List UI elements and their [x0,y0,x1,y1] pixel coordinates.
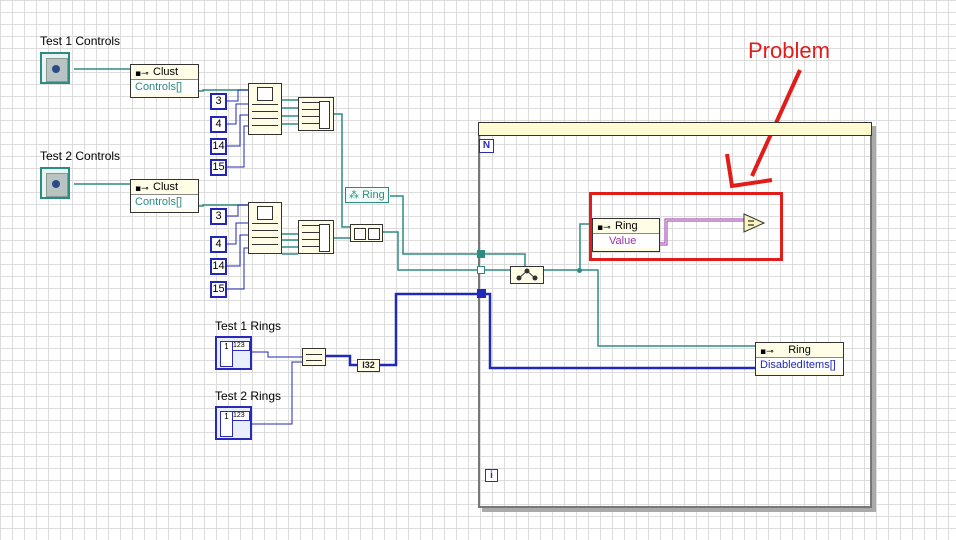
to-more-specific-class-node[interactable] [510,266,544,284]
property-node-icon: ▪⊸ [597,223,611,233]
property-node-icon: ▪⊸ [135,184,149,194]
to-i32-node[interactable]: I32 [357,359,380,372]
index-constant[interactable]: 15 [210,159,227,176]
index-constant[interactable]: 14 [210,258,227,275]
test2-rings-label: Test 2 Rings [215,389,282,403]
index-array-node-2[interactable] [248,202,282,254]
array-icon [257,87,273,101]
index-constant[interactable]: 3 [210,93,227,110]
test1-controls-terminal[interactable] [40,52,70,84]
array-icon [257,206,273,220]
class-hierarchy-icon [516,268,538,281]
property-node-icon: ▪⊸ [760,347,774,357]
test2-controls-terminal[interactable] [40,167,70,199]
ring-value-property-node[interactable]: ▪⊸ Ring Value [592,218,660,252]
wire-junction [577,268,582,273]
problem-annotation: Problem [748,38,830,63]
build-array-node-2[interactable] [298,220,334,254]
cluster-icon [52,180,60,188]
ring-class-label: Ring [615,220,638,232]
clust-property-node-1[interactable]: ▪⊸ Clust Controls[] [130,64,199,98]
property-node-icon: ▪⊸ [135,69,149,79]
clust-property-node-2[interactable]: ▪⊸ Clust Controls[] [130,179,199,213]
index-constant[interactable]: 3 [210,208,227,225]
index-constant[interactable]: 4 [210,236,227,253]
controls-property: Controls[] [131,80,198,94]
concatenate-array-node[interactable] [350,224,383,242]
for-loop-structure[interactable] [478,122,872,508]
ring-class-constant[interactable]: ⁂ Ring [345,187,389,203]
clust-class-label: Clust [153,181,179,193]
index-constant[interactable]: 14 [210,138,227,155]
build-ring-array-node[interactable] [302,348,326,366]
test1-rings-label: Test 1 Rings [215,319,282,333]
clust-class-label: Clust [153,66,179,78]
controls-property: Controls[] [131,195,198,209]
disabled-items-property: DisabledItems[] [756,358,843,372]
ring-class-label: Ring [362,189,385,201]
for-loop-top-bar [478,122,872,136]
cluster-icon [52,65,60,73]
index-array-node-1[interactable] [248,83,282,135]
test2-rings-terminal[interactable]: 1 123 [215,406,252,440]
index-constant[interactable]: 4 [210,116,227,133]
value-property: Value [593,234,659,248]
test1-controls-label: Test 1 Controls [40,34,121,48]
ring-class-tunnel[interactable] [477,250,485,258]
ring-disabled-items-property-node[interactable]: ▪⊸ Ring DisabledItems[] [755,342,844,376]
test2-controls-label: Test 2 Controls [40,149,121,163]
rings-tunnel[interactable] [477,289,486,298]
ring-class-label: Ring [788,344,811,356]
controls-index-tunnel[interactable] [477,266,485,274]
test1-rings-terminal[interactable]: 1 123 [215,336,252,370]
loop-iteration-terminal[interactable]: i [485,469,498,482]
build-array-node-1[interactable] [298,97,334,131]
equals-icon [743,213,766,233]
index-constant[interactable]: 15 [210,281,227,298]
class-icon: ⁂ [349,190,359,201]
loop-count-terminal[interactable]: N [479,139,494,153]
